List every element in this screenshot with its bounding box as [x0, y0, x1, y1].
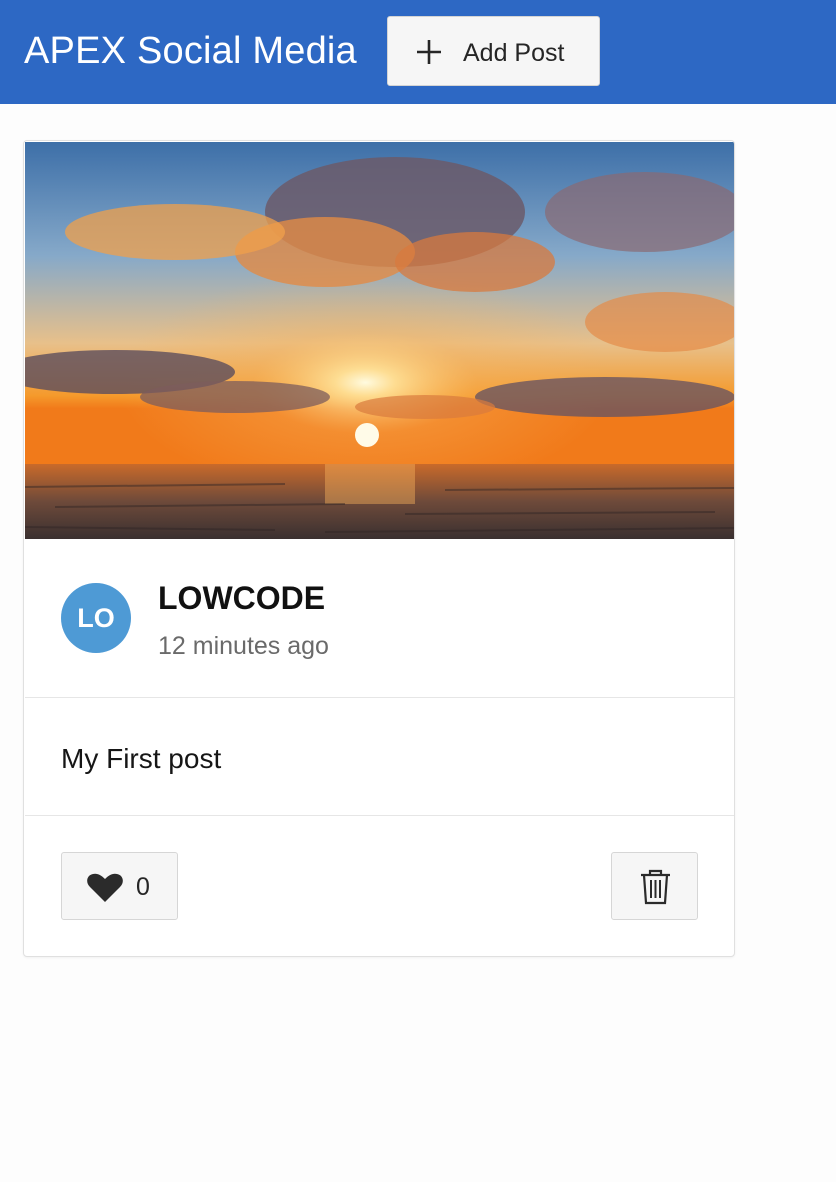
plus-icon [417, 40, 441, 64]
app-title: APEX Social Media [24, 30, 357, 72]
divider [25, 815, 734, 816]
add-post-button[interactable]: Add Post [387, 16, 600, 86]
delete-post-button[interactable] [611, 852, 698, 920]
like-count: 0 [136, 873, 150, 901]
add-post-label: Add Post [463, 39, 565, 67]
heart-icon [87, 873, 123, 902]
trash-icon [641, 869, 670, 905]
avatar: LO [61, 583, 131, 653]
post-username: LOWCODE [158, 580, 326, 616]
post-text: My First post [61, 743, 222, 774]
divider [25, 697, 734, 698]
app-header: APEX Social Media Add Post [0, 0, 836, 104]
post-card: LO LOWCODE 12 minutes ago My First post … [23, 140, 735, 957]
post-image [25, 142, 734, 539]
like-button[interactable]: 0 [61, 852, 178, 920]
post-timestamp: 12 minutes ago [158, 632, 329, 660]
